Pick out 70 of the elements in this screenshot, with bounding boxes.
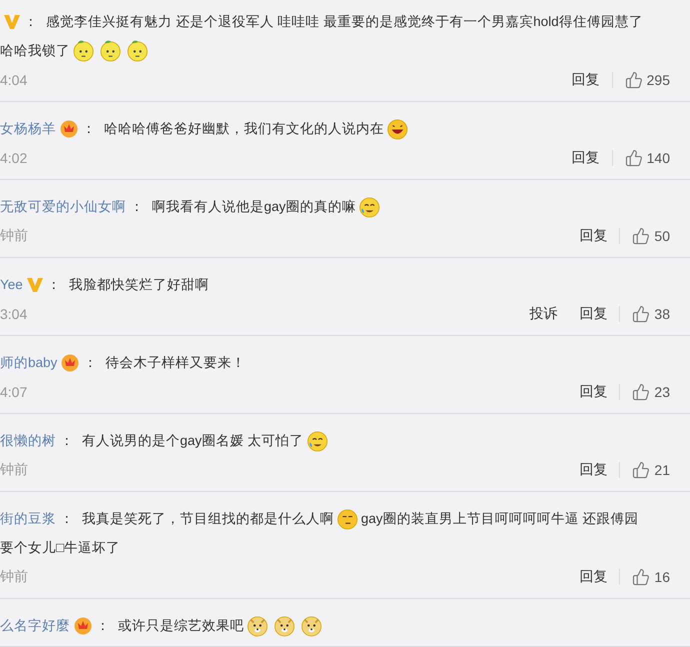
colon: ： — [96, 616, 110, 634]
like-count: 16 — [654, 569, 670, 585]
lemon-face-icon — [99, 39, 122, 62]
laughing-face-icon — [386, 117, 409, 140]
thumbs-up-icon[interactable] — [632, 568, 650, 586]
dog-face-icon — [300, 614, 323, 637]
reply-link[interactable]: 回复 — [579, 227, 608, 245]
user-name[interactable]: 无敌可爱的小仙女啊 — [0, 198, 126, 216]
thumbs-up-icon[interactable] — [632, 227, 650, 245]
comment-text: 哈哈我锁了 — [0, 42, 70, 60]
comment-time: 钟前 — [0, 568, 29, 586]
comment-text: 有人说男的是个gay圈名媛 太可怕了 — [82, 432, 304, 450]
colon: ： — [24, 12, 38, 30]
thumbs-up-icon[interactable] — [632, 461, 650, 479]
crown-icon — [61, 354, 80, 372]
comment-time: 3:04 — [0, 306, 28, 322]
reply-link[interactable]: 回复 — [572, 71, 600, 89]
user-name[interactable]: Yee — [0, 277, 23, 292]
user-name[interactable]: 么名字好麼 — [0, 616, 70, 634]
like-count: 140 — [646, 150, 670, 166]
comment-text: 感觉李佳兴挺有魅力 还是个退役军人 哇哇哇 最重要的是感觉终于有一个男嘉宾hold得住傅园慧了 — [46, 12, 643, 30]
thumbs-up-icon[interactable] — [624, 149, 643, 167]
user-name[interactable]: 街的豆浆 — [0, 510, 56, 528]
verified-v-icon — [26, 278, 43, 292]
dog-face-icon — [246, 614, 269, 637]
reply-link[interactable]: 回复 — [579, 305, 608, 323]
verified-v-icon — [4, 14, 20, 28]
smirking-face-icon — [336, 507, 359, 530]
crown-icon — [60, 120, 78, 138]
colon: ： — [82, 120, 96, 138]
like-count: 295 — [646, 72, 670, 88]
comment-text: 哈哈哈傅爸爸好幽默，我们有文化的人说内在 — [104, 120, 384, 138]
colon: ： — [130, 198, 144, 216]
lemon-face-icon — [126, 39, 149, 62]
colon: ： — [60, 432, 74, 450]
like-count: 50 — [654, 228, 670, 244]
reply-link[interactable]: 回复 — [572, 149, 600, 167]
comment-time: 钟前 — [0, 227, 29, 245]
crown-icon — [74, 616, 92, 634]
thumbs-up-icon[interactable] — [632, 305, 650, 323]
comment-time: 4:02 — [0, 150, 28, 166]
reply-link[interactable]: 回复 — [579, 461, 608, 479]
user-name[interactable]: 很懒的树 — [0, 432, 56, 450]
comment-time: 4:07 — [0, 384, 28, 400]
comment-time: 4:04 — [0, 72, 28, 88]
comment-text: 或许只是综艺效果吧 — [118, 616, 244, 634]
like-count: 23 — [654, 384, 670, 400]
thumbs-up-icon[interactable] — [624, 71, 643, 89]
comment-text: 我脸都快笑烂了好甜啊 — [68, 276, 209, 294]
comment-text: 待会木子样样又要来！ — [105, 354, 246, 372]
user-name[interactable]: 师的baby — [0, 354, 58, 372]
like-count: 38 — [654, 306, 670, 322]
user-name[interactable]: 女杨杨羊 — [0, 120, 56, 138]
dog-face-icon — [273, 614, 296, 637]
thumbs-up-icon[interactable] — [632, 383, 650, 401]
comment-text: 啊我看有人说他是gay圈的真的嘛 — [152, 198, 356, 216]
colon: ： — [60, 510, 74, 528]
colon: ： — [46, 276, 61, 294]
comment-text: 要个女儿□牛逼坏了 — [0, 538, 120, 556]
reply-link[interactable]: 回复 — [579, 568, 608, 586]
colon: ： — [83, 354, 98, 372]
comment-text: gay圈的装直男上节目呵呵呵呵牛逼 还跟傅园 — [361, 510, 639, 528]
comment-time: 钟前 — [0, 461, 29, 479]
reply-link[interactable]: 回复 — [579, 383, 608, 401]
crying-laughing-face-icon — [306, 429, 329, 452]
like-count: 21 — [654, 462, 670, 478]
crying-laughing-face-icon — [358, 195, 381, 218]
comment-text: 我真是笑死了，节目组找的都是什么人啊 — [82, 510, 334, 528]
lemon-face-icon — [72, 39, 95, 62]
report-link[interactable]: 投诉 — [529, 305, 558, 323]
